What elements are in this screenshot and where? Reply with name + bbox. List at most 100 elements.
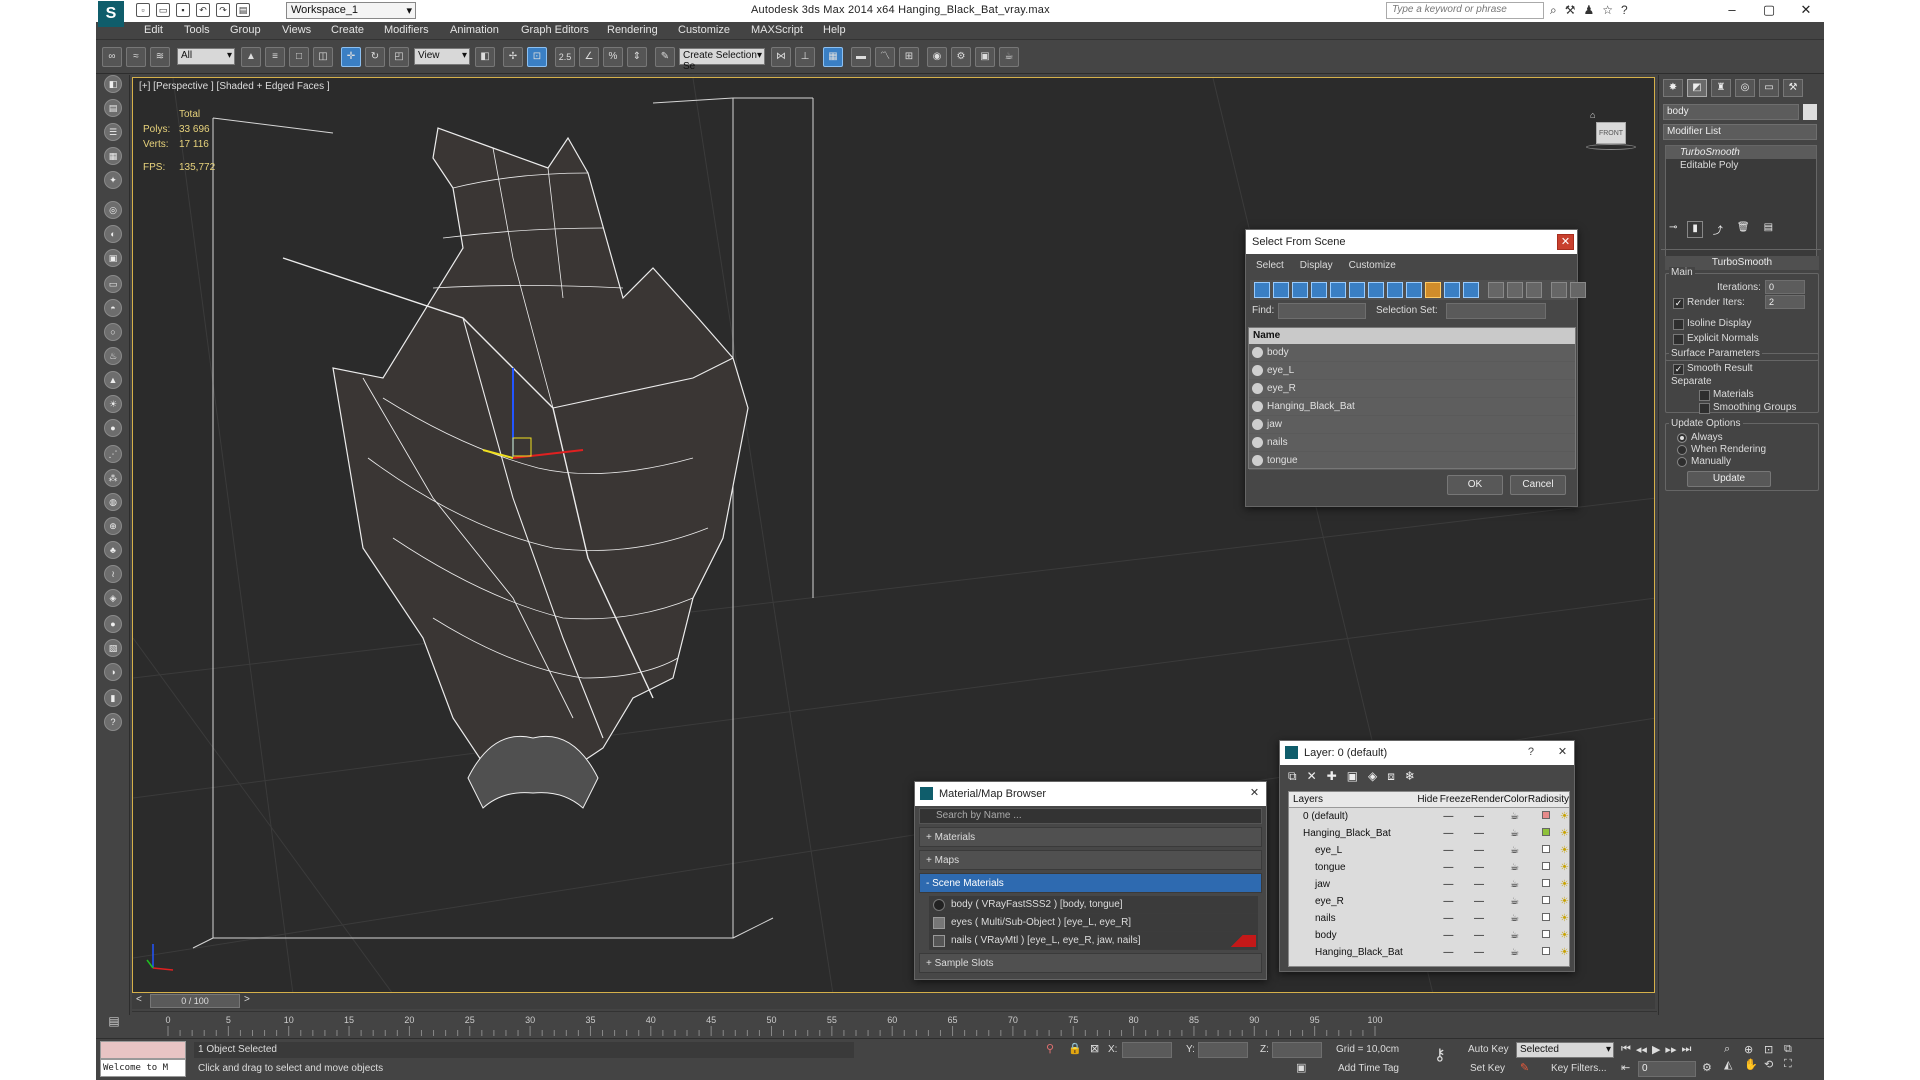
bones-filter-icon[interactable] [1406, 282, 1422, 298]
freeze-cell[interactable]: — [1461, 825, 1497, 842]
render-icon[interactable]: ☕ [1497, 876, 1533, 893]
hide-cell[interactable]: — [1436, 859, 1462, 876]
iterations-spinner[interactable]: 0 [1765, 280, 1805, 294]
table-row[interactable]: eye_L — — ☕ ☀ [1289, 842, 1569, 859]
particles-icon[interactable]: ⁂ [104, 469, 122, 487]
layer-color-swatch[interactable] [1542, 811, 1551, 819]
freeze-cell[interactable]: — [1461, 910, 1497, 927]
render-iters-checkbox[interactable]: Render Iters: [1673, 297, 1745, 309]
previous-frame-icon[interactable]: ◂◂ [1636, 1043, 1647, 1056]
list-item[interactable]: body ( VRayFastSSS2 ) [body, tongue] [929, 896, 1258, 914]
freeze-cell[interactable]: — [1461, 808, 1497, 825]
open-file-icon[interactable]: ▭ [156, 3, 170, 17]
render-icon[interactable]: ☕ [1497, 893, 1533, 910]
xrefs-filter-icon[interactable] [1387, 282, 1403, 298]
viewcube-ring[interactable] [1586, 144, 1636, 150]
list-item[interactable]: nails [1249, 434, 1575, 452]
cone-icon[interactable]: ▲ [104, 371, 122, 389]
globe-icon[interactable]: ⊕ [104, 517, 122, 535]
radiosity-icon[interactable]: ☀ [1560, 927, 1569, 944]
radiosity-icon[interactable]: ☀ [1560, 808, 1569, 825]
link-icon[interactable]: ∞ [102, 47, 122, 67]
always-radio[interactable]: Always [1677, 432, 1723, 443]
selection-filter-dropdown[interactable]: All [177, 48, 235, 65]
align-icon[interactable]: ⊥ [795, 47, 815, 67]
table-row[interactable]: tongue — — ☕ ☀ [1289, 859, 1569, 876]
edit-named-selection-icon[interactable]: ✎ [655, 47, 675, 67]
hide-cell[interactable]: — [1436, 910, 1462, 927]
freeze-cell[interactable]: — [1461, 859, 1497, 876]
layer-color-swatch[interactable] [1542, 930, 1551, 938]
unlink-icon[interactable]: ≈ [126, 47, 146, 67]
menu-views[interactable]: Views [282, 24, 311, 36]
layer-color-swatch[interactable] [1542, 845, 1551, 853]
container-icon[interactable]: ◧ [104, 75, 122, 93]
menu-tools[interactable]: Tools [184, 24, 210, 36]
hierarchy-tab-icon[interactable]: ♜ [1711, 79, 1731, 97]
list-item[interactable]: body [1249, 344, 1575, 362]
sample-slots-category[interactable]: + Sample Slots [919, 953, 1262, 973]
sun-icon[interactable]: ☀ [104, 395, 122, 413]
close-dialog-button[interactable]: ✕ [1557, 234, 1574, 250]
table-row[interactable]: Hanging_Black_Bat — — ☕ ☀ [1289, 944, 1569, 961]
layer-color-swatch[interactable] [1542, 896, 1551, 904]
layer-color-swatch[interactable] [1542, 879, 1551, 887]
save-icon[interactable]: ▪ [176, 3, 190, 17]
close-dialog-button[interactable]: ✕ [1554, 745, 1571, 761]
menu-animation[interactable]: Animation [450, 24, 499, 36]
layer-explorer-icon[interactable]: ▦ [823, 47, 843, 67]
select-object-icon[interactable]: ▲ [241, 47, 261, 67]
highlight-layer-icon[interactable]: ◈ [1368, 769, 1377, 784]
list-item[interactable]: Hanging_Black_Bat [1249, 398, 1575, 416]
zoom-extents-icon[interactable]: ⊡ [1764, 1043, 1782, 1056]
material-editor-icon[interactable]: ◉ [927, 47, 947, 67]
workspace-dropdown[interactable]: Workspace_1 [286, 2, 416, 19]
zoom-icon[interactable]: ⌕ [1724, 1043, 1742, 1056]
configure-modifier-sets-icon[interactable]: ▤ [1760, 221, 1777, 238]
viewcube-front-face[interactable]: FRONT [1596, 122, 1626, 144]
layer-color-swatch[interactable] [1542, 913, 1551, 921]
selection-lock-icon[interactable]: 🔒 [1068, 1042, 1082, 1055]
freeze-cell[interactable]: — [1461, 893, 1497, 910]
menu-help[interactable]: Help [823, 24, 846, 36]
reference-coordinate-dropdown[interactable]: View [414, 48, 470, 65]
light-icon[interactable]: ✦ [104, 171, 122, 189]
film-icon[interactable]: ▣ [104, 249, 122, 267]
show-end-result-icon[interactable]: ▮ [1687, 221, 1703, 238]
color-swatch[interactable] [1532, 910, 1560, 927]
absolute-mode-icon[interactable]: ⊠ [1090, 1042, 1099, 1055]
go-to-end-icon[interactable]: ⏭ [1681, 1043, 1691, 1056]
table-row[interactable]: jaw — — ☕ ☀ [1289, 876, 1569, 893]
display-tab-icon[interactable]: ▭ [1759, 79, 1779, 97]
radiosity-icon[interactable]: ☀ [1560, 910, 1569, 927]
motion-tab-icon[interactable]: ◎ [1735, 79, 1755, 97]
info-icon[interactable]: ? [104, 713, 122, 731]
hide-cell[interactable]: — [1436, 927, 1462, 944]
modifier-list-dropdown[interactable]: Modifier List [1663, 124, 1817, 140]
menu-maxscript[interactable]: MAXScript [751, 24, 803, 36]
project-folder-icon[interactable]: ▤ [236, 3, 250, 17]
ok-button[interactable]: OK [1447, 475, 1503, 495]
create-tab-icon[interactable]: ✸ [1663, 79, 1683, 97]
radiosity-icon[interactable]: ☀ [1560, 825, 1569, 842]
table-row[interactable]: nails — — ☕ ☀ [1289, 910, 1569, 927]
list-item[interactable]: eye_L [1249, 362, 1575, 380]
layer-color-swatch[interactable] [1542, 828, 1551, 836]
smoothing-groups-checkbox[interactable]: Smoothing Groups [1699, 402, 1796, 414]
rectangular-selection-icon[interactable]: □ [289, 47, 309, 67]
y-coordinate-field[interactable] [1198, 1042, 1248, 1058]
cloth-icon[interactable]: ◈ [104, 589, 122, 607]
lights-filter-icon[interactable] [1292, 282, 1308, 298]
shapes-filter-icon[interactable] [1273, 282, 1289, 298]
named-selection-set-dropdown[interactable]: Create Selection Se [679, 48, 765, 72]
camera-icon[interactable]: ◎ [104, 201, 122, 219]
user-icon[interactable]: ♟ [1584, 3, 1595, 18]
radiosity-icon[interactable]: ☀ [1560, 876, 1569, 893]
z-coordinate-field[interactable] [1272, 1042, 1322, 1058]
maxscript-listener-top[interactable] [100, 1041, 186, 1059]
plant-icon[interactable]: ♣ [104, 541, 122, 559]
time-slider-thumb[interactable]: 0 / 100 [150, 994, 240, 1008]
hierarchy-icon[interactable] [1570, 282, 1586, 298]
home-icon[interactable]: ⌂ [1590, 110, 1595, 120]
help-button[interactable]: ? [1528, 746, 1534, 758]
